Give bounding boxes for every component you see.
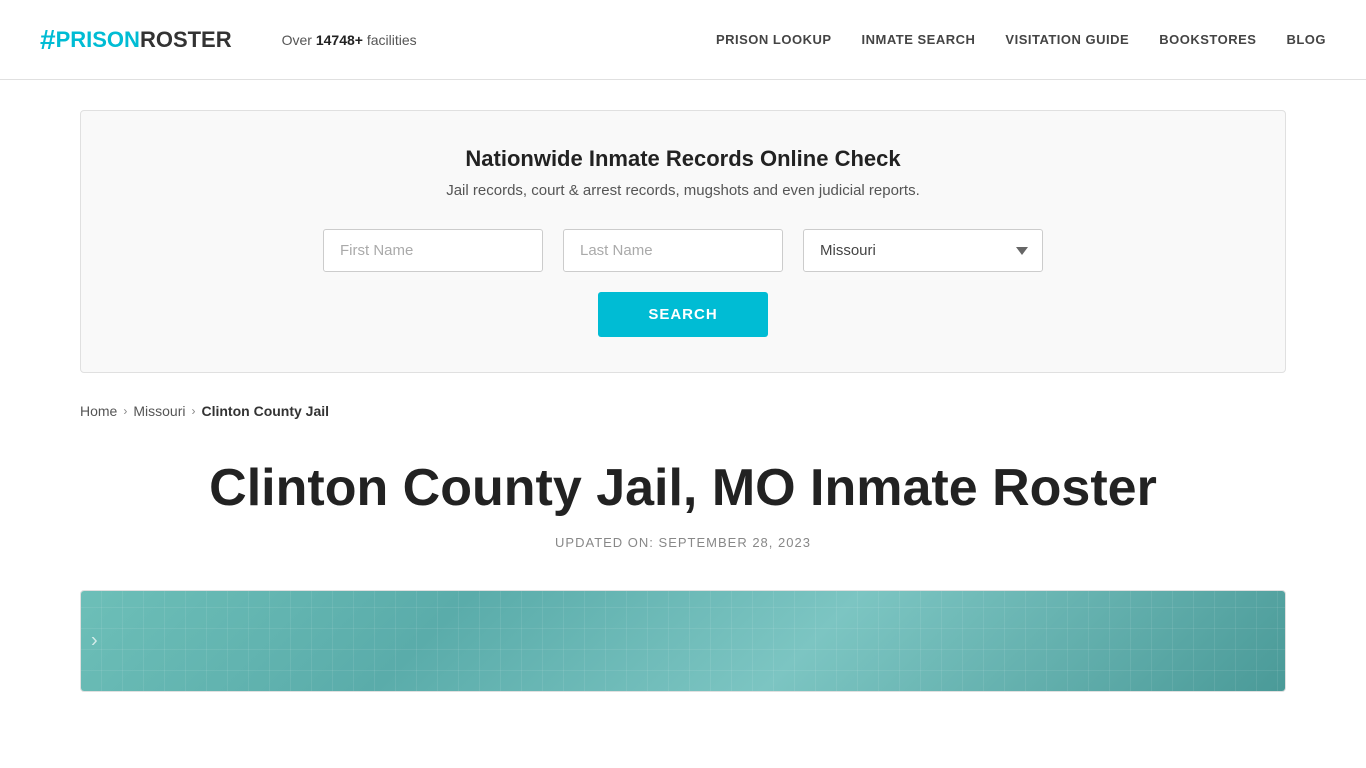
breadcrumb-separator-1: › [123, 404, 127, 418]
breadcrumb-home[interactable]: Home [80, 403, 117, 419]
breadcrumb-current: Clinton County Jail [201, 403, 329, 419]
map-preview: › [81, 591, 1285, 691]
search-button[interactable]: SEARCH [598, 292, 767, 337]
search-panel-title: Nationwide Inmate Records Online Check [121, 146, 1245, 172]
nav-inmate-search[interactable]: INMATE SEARCH [862, 32, 976, 47]
search-form: Missouri Alabama Alaska Arizona Arkansas… [121, 229, 1245, 272]
search-panel-subtitle: Jail records, court & arrest records, mu… [121, 182, 1245, 199]
state-select[interactable]: Missouri Alabama Alaska Arizona Arkansas… [803, 229, 1043, 272]
search-button-row: SEARCH [121, 292, 1245, 337]
breadcrumb: Home › Missouri › Clinton County Jail [0, 403, 1366, 419]
nav-prison-lookup[interactable]: PRISON LOOKUP [716, 32, 832, 47]
content-card: › [80, 590, 1286, 692]
breadcrumb-state[interactable]: Missouri [133, 403, 185, 419]
breadcrumb-separator-2: › [191, 404, 195, 418]
logo-roster: ROSTER [140, 27, 232, 53]
page-title: Clinton County Jail, MO Inmate Roster [80, 459, 1286, 519]
page-title-section: Clinton County Jail, MO Inmate Roster UP… [0, 419, 1366, 570]
last-name-input[interactable] [563, 229, 783, 272]
search-panel: Nationwide Inmate Records Online Check J… [80, 110, 1286, 373]
nav-bookstores[interactable]: BOOKSTORES [1159, 32, 1256, 47]
facilities-count: Over 14748+ facilities [282, 32, 417, 48]
nav-blog[interactable]: BLOG [1286, 32, 1326, 47]
logo-hash: # [40, 24, 56, 56]
first-name-input[interactable] [323, 229, 543, 272]
logo-prison: PRISON [56, 27, 140, 53]
nav-visitation-guide[interactable]: VISITATION GUIDE [1005, 32, 1129, 47]
site-logo[interactable]: # PRISON ROSTER [40, 24, 232, 56]
site-header: # PRISON ROSTER Over 14748+ facilities P… [0, 0, 1366, 80]
map-arrow-icon: › [91, 629, 98, 652]
main-nav: PRISON LOOKUP INMATE SEARCH VISITATION G… [716, 32, 1326, 47]
page-updated: UPDATED ON: SEPTEMBER 28, 2023 [80, 535, 1286, 550]
